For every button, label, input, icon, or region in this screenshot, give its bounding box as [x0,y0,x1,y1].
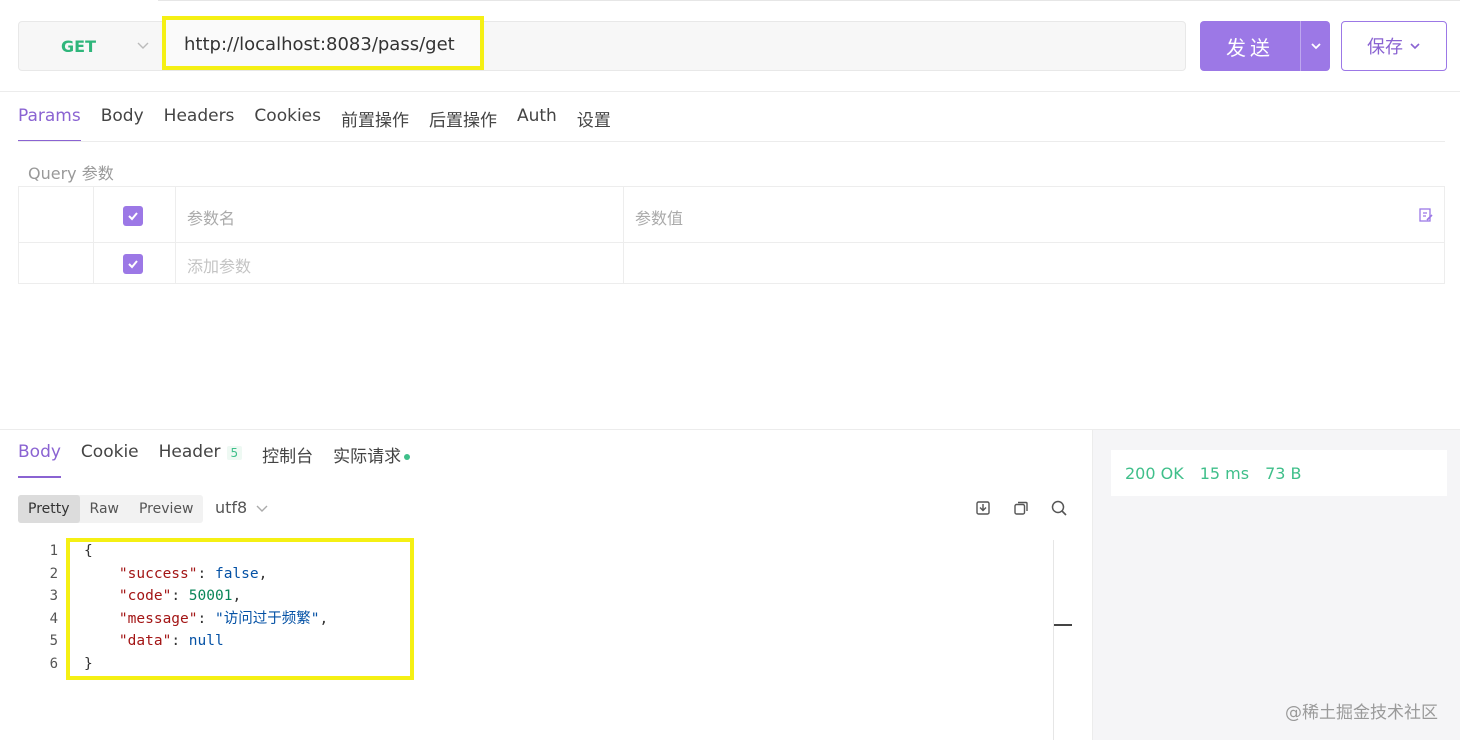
response-time: 15 ms [1199,463,1250,483]
add-param-input[interactable]: 添加参数 [187,253,251,277]
watermark: @稀土掘金技术社区 [1285,703,1438,723]
tab-response-header[interactable]: Header 5 [159,436,243,478]
tab-response-body[interactable]: Body [18,436,61,478]
chevron-down-icon [1410,43,1420,50]
tab-label: Header [158,442,221,462]
request-bar: GET http://localhost:8083/pass/get [18,16,1186,71]
line-number: 5 [49,633,58,649]
bulk-edit-icon[interactable] [1418,207,1434,223]
row-checkbox[interactable] [123,254,143,274]
response-status: 200 OK 15 ms 73 B [1111,450,1447,496]
view-preview-button[interactable]: Preview [129,495,204,523]
save-button-label: 保存 [1367,37,1403,58]
response-meta-pane: 200 OK 15 ms 73 B @稀土掘金技术社区 [1092,430,1460,740]
response-size: 73 B [1265,463,1302,483]
line-number: 6 [49,655,58,672]
tab-headers[interactable]: Headers [164,100,235,142]
url-highlight-box: http://localhost:8083/pass/get [162,16,484,70]
tab-cookies[interactable]: Cookies [254,100,321,142]
query-params-label: Query 参数 [28,164,114,183]
tab-response-cookie[interactable]: Cookie [81,436,139,478]
scroll-position-marker [1054,624,1072,626]
tab-post-operations[interactable]: 后置操作 [429,100,497,142]
download-icon[interactable] [974,499,992,517]
method-label: GET [61,36,96,56]
param-name-header: 参数名 [187,209,236,228]
view-mode-switch: Pretty Raw Preview [18,495,204,523]
check-icon [128,260,138,269]
line-number: 3 [49,588,58,604]
tab-console[interactable]: 控制台 [262,436,313,478]
line-number: 2 [49,565,58,582]
tab-auth[interactable]: Auth [517,100,557,142]
send-dropdown[interactable] [1301,39,1330,53]
top-border [158,0,1460,1]
response-tabs: Body Cookie Header 5 控制台 实际请求 [18,436,430,478]
params-table: 参数名 参数值 添加参数 [18,186,1445,284]
line-number-gutter: 1 2 3 4 5 6 [18,540,58,675]
tab-params[interactable]: Params [18,100,81,142]
method-select[interactable]: GET [19,22,159,70]
chevron-down-icon [137,42,149,49]
divider [18,141,1445,142]
view-pretty-button[interactable]: Pretty [18,495,80,523]
tab-body[interactable]: Body [101,100,144,142]
tab-pre-operations[interactable]: 前置操作 [341,100,409,142]
tab-settings[interactable]: 设置 [577,100,611,142]
check-icon [128,212,138,221]
params-add-row: 添加参数 [19,243,1444,284]
json-highlight-box [66,538,414,680]
chevron-down-icon [1310,43,1321,50]
status-code: 200 OK [1125,463,1184,483]
line-number: 4 [49,610,58,627]
search-icon[interactable] [1050,499,1068,517]
copy-icon[interactable] [1012,499,1030,517]
line-number: 1 [49,543,58,559]
status-dot-icon [404,454,411,460]
chevron-down-icon [256,505,268,512]
view-raw-button[interactable]: Raw [80,495,129,523]
params-header-row: 参数名 参数值 [19,187,1444,243]
request-tabs: Params Body Headers Cookies 前置操作 后置操作 Au… [18,100,631,142]
divider [0,91,1460,92]
send-button[interactable]: 发送 [1200,21,1330,71]
encoding-select[interactable]: utf8 [215,498,269,517]
encoding-value: utf8 [215,498,248,517]
select-all-checkbox[interactable] [123,206,143,226]
header-count-badge: 5 [226,446,243,460]
send-button-label: 发送 [1226,35,1274,60]
save-button[interactable]: 保存 [1341,21,1447,71]
tab-actual-request[interactable]: 实际请求 [333,436,411,478]
scrollbar[interactable] [1053,540,1054,740]
param-value-header: 参数值 [635,209,684,228]
url-input[interactable]: http://localhost:8083/pass/get [184,34,455,55]
tab-label: 实际请求 [333,447,402,467]
